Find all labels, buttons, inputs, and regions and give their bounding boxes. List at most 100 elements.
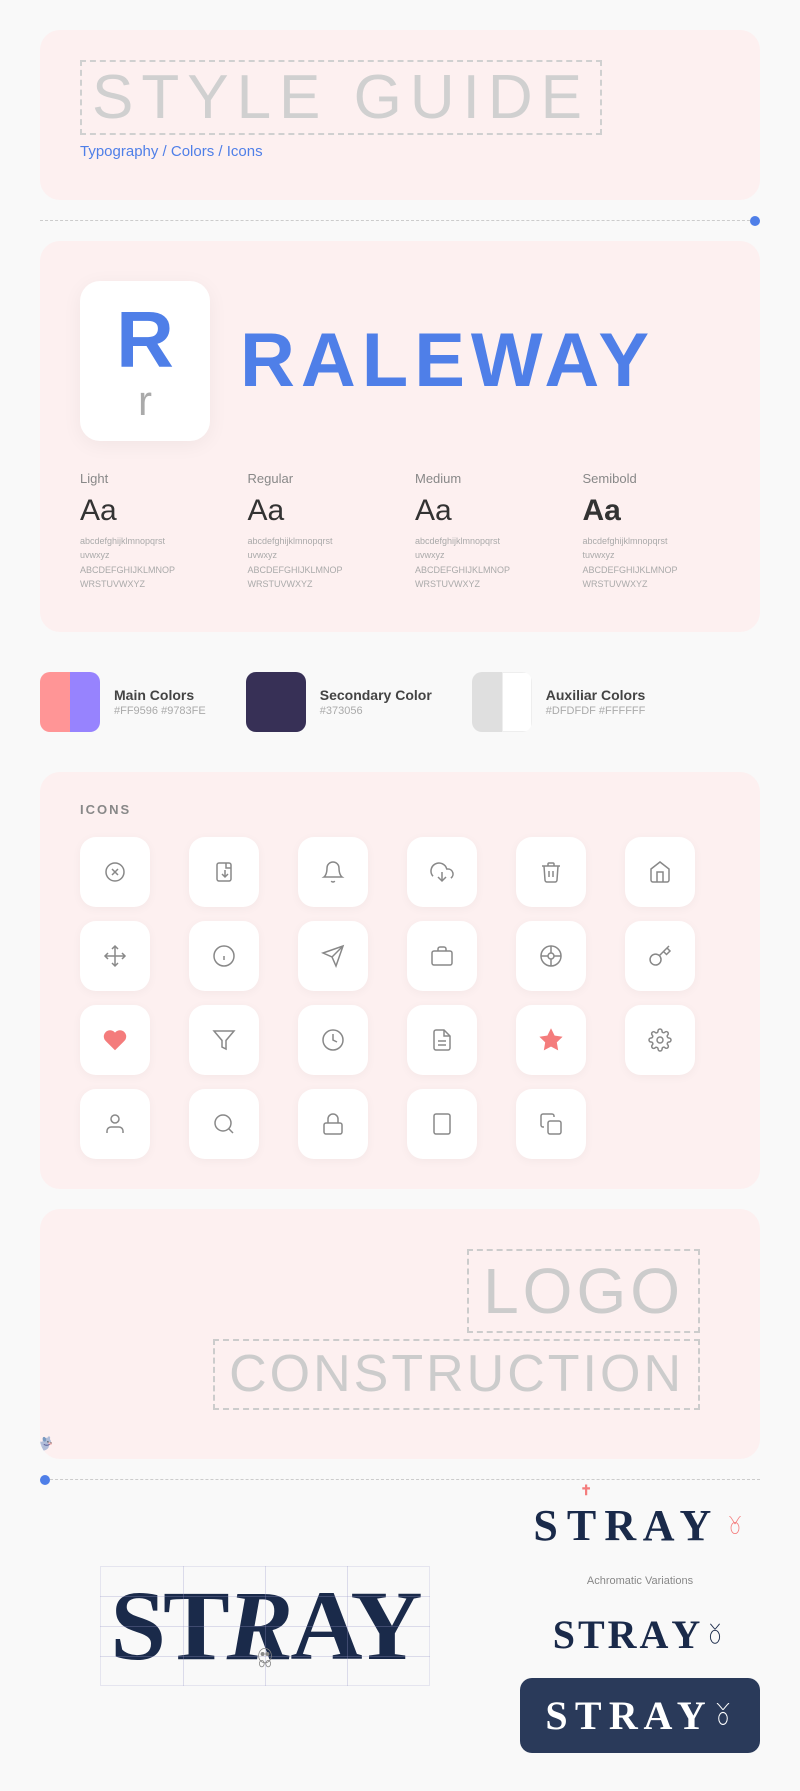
tablet-icon[interactable]	[407, 1089, 477, 1159]
briefcase-icon[interactable]	[407, 921, 477, 991]
weight-label-semibold: Semibold	[583, 471, 721, 486]
divider-dot	[750, 216, 760, 226]
stray-v3-R: R	[609, 1693, 637, 1738]
section-divider-2	[40, 1479, 760, 1480]
target-icon[interactable]	[516, 921, 586, 991]
color-item-main: Main Colors #FF9596 #9783FE	[40, 672, 206, 732]
icons-section: ICONS	[40, 772, 760, 1189]
clock-icon[interactable]	[298, 1005, 368, 1075]
deer-icon-white	[711, 1703, 735, 1727]
color-hex-main: #FF9596 #9783FE	[114, 705, 206, 717]
color-info-aux: Auxiliar Colors #DFDFDF #FFFFFF	[546, 687, 646, 717]
color-info-main: Main Colors #FF9596 #9783FE	[114, 687, 206, 717]
weight-sample-regular: Aa	[248, 494, 386, 528]
weight-label-light: Light	[80, 471, 218, 486]
stray-v3-S: S	[545, 1693, 566, 1738]
letter-display-box: R r	[80, 281, 210, 441]
logo-display-section: StRAY S ✝ t R	[40, 1500, 760, 1753]
close-circle-icon[interactable]	[80, 837, 150, 907]
font-weight-regular: Regular Aa abcdefghijklmnopqrstuvwxyzABC…	[248, 471, 386, 592]
star-icon[interactable]	[516, 1005, 586, 1075]
lock-icon[interactable]	[298, 1089, 368, 1159]
font-weights-row: Light Aa abcdefghijklmnopqrstuvwxyzABCDE…	[80, 471, 720, 592]
font-name-display: RALEWAY	[240, 323, 655, 399]
stray-v1-Y: Y	[679, 1501, 708, 1550]
filter-icon[interactable]	[189, 1005, 259, 1075]
logo-variants-column: S ✝ t R A Y Achr	[520, 1500, 760, 1753]
send-icon[interactable]	[298, 921, 368, 991]
breadcrumb: Typography / Colors / Icons	[80, 143, 720, 160]
stray-v3-A: A	[644, 1693, 670, 1738]
color-name-secondary: Secondary Color	[320, 687, 432, 703]
weight-sample-light: Aa	[80, 494, 218, 528]
forward-file-icon[interactable]	[189, 837, 259, 907]
color-name-main: Main Colors	[114, 687, 206, 703]
logo-construction-section: LOGO CONSTRUCTION	[40, 1209, 760, 1459]
stray-logo-variant-outline: S t R A Y	[520, 1611, 760, 1658]
color-item-secondary: Secondary Color #373056	[246, 672, 432, 732]
stray-v1-S: S	[533, 1501, 556, 1550]
stray-v2-A: A	[640, 1611, 668, 1658]
deer-icon-small	[723, 1500, 747, 1551]
stray-v2-Y: Y	[671, 1611, 699, 1658]
icons-section-title: ICONS	[80, 802, 720, 817]
document-copy-icon[interactable]	[516, 1089, 586, 1159]
icons-grid	[80, 837, 720, 1159]
key-icon[interactable]	[625, 921, 695, 991]
color-half-white	[502, 672, 532, 732]
stray-logo-dark-text: S t R A Y	[545, 1692, 704, 1739]
stray-v1-A: A	[643, 1501, 671, 1550]
info-circle-icon[interactable]	[189, 921, 259, 991]
page-title: STYLE GUIDE	[80, 60, 602, 135]
search-icon[interactable]	[189, 1089, 259, 1159]
color-half-gray	[472, 672, 502, 732]
section-divider	[40, 220, 760, 221]
color-hex-secondary: #373056	[320, 705, 432, 717]
color-hex-aux: #DFDFDF #FFFFFF	[546, 705, 646, 717]
logo-construction-text: LOGO CONSTRUCTION	[80, 1249, 720, 1410]
stray-logo-outline-text: S t R A Y	[553, 1611, 728, 1658]
weight-sample-semibold: Aa	[583, 494, 721, 528]
color-item-aux: Auxiliar Colors #DFDFDF #FFFFFF	[472, 672, 646, 732]
settings-icon[interactable]	[625, 1005, 695, 1075]
stray-v1-i-container: ✝ t	[567, 1501, 605, 1550]
stray-v3-Y: Y	[677, 1693, 705, 1738]
weight-chars-light: abcdefghijklmnopqrstuvwxyzABCDEFGHIJKLMN…	[80, 534, 218, 592]
stray-logo-main: StRAY	[100, 1566, 429, 1686]
user-icon[interactable]	[80, 1089, 150, 1159]
typography-section: R r RALEWAY Light Aa abcdefghijklmnopqrs…	[40, 241, 760, 632]
color-info-secondary: Secondary Color #373056	[320, 687, 432, 717]
color-swatch-secondary	[246, 672, 306, 732]
divider-dot-2	[40, 1475, 50, 1485]
weight-label-medium: Medium	[415, 471, 553, 486]
weight-chars-regular: abcdefghijklmnopqrstuvwxyzABCDEFGHIJKLMN…	[248, 534, 386, 592]
stray-logo-variant-text: S ✝ t R A Y	[533, 1500, 746, 1551]
font-weight-medium: Medium Aa abcdefghijklmnopqrstuvwxyzABCD…	[415, 471, 553, 592]
move-icon[interactable]	[80, 921, 150, 991]
colors-row: Main Colors #FF9596 #9783FE Secondary Co…	[40, 672, 760, 732]
home-icon[interactable]	[625, 837, 695, 907]
deer-icon-outline	[703, 1622, 727, 1646]
download-icon[interactable]	[407, 837, 477, 907]
font-weight-light: Light Aa abcdefghijklmnopqrstuvwxyzABCDE…	[80, 471, 218, 592]
heart-icon[interactable]	[80, 1005, 150, 1075]
logo-const-line2: CONSTRUCTION	[213, 1339, 700, 1409]
color-name-aux: Auxiliar Colors	[546, 687, 646, 703]
stray-v3-t: t	[575, 1693, 600, 1738]
cow-skull-icon	[253, 1646, 277, 1676]
file-edit-icon[interactable]	[407, 1005, 477, 1075]
weight-label-regular: Regular	[248, 471, 386, 486]
stray-v2-t: t	[578, 1611, 604, 1658]
stray-logo-variant-dark: S t R A Y	[520, 1678, 760, 1753]
letter-r: r	[138, 380, 152, 422]
bell-icon[interactable]	[298, 837, 368, 907]
trash-icon[interactable]	[516, 837, 586, 907]
stray-logo-main-container: StRAY	[40, 1500, 490, 1753]
color-half-pink	[40, 672, 70, 732]
color-swatch-main	[40, 672, 100, 732]
cross-icon: ✝	[580, 1483, 591, 1500]
font-weight-semibold: Semibold Aa abcdefghijklmnopqrsttuvwxyzA…	[583, 471, 721, 592]
colors-section: Main Colors #FF9596 #9783FE Secondary Co…	[40, 652, 760, 752]
logo-const-line1: LOGO	[467, 1249, 700, 1334]
dog-illustration	[40, 1430, 310, 1459]
